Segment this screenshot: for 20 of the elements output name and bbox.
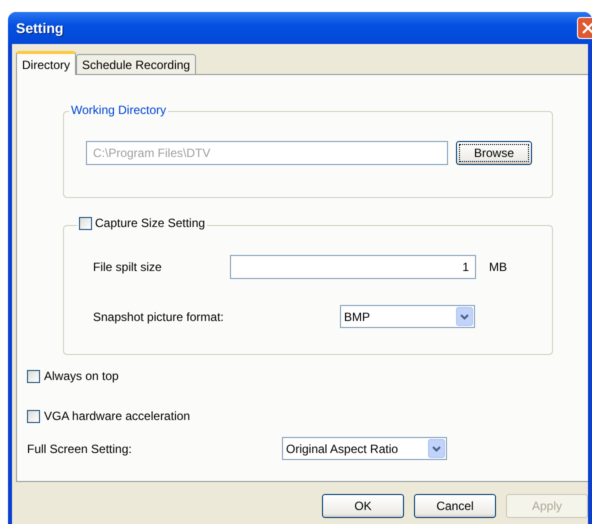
tab[interactable]: Schedule Recording — [76, 54, 196, 75]
checkbox-label: VGA hardware acceleration — [44, 409, 190, 423]
checkbox-label: Capture Size Setting — [95, 216, 206, 230]
size-field[interactable]: 1 — [230, 255, 476, 279]
group-title: Working Directory — [69, 103, 168, 117]
dialog-button[interactable]: OK — [322, 494, 404, 518]
dialog-button[interactable]: Cancel — [414, 494, 496, 518]
field-label: Full Screen Setting: — [27, 442, 133, 456]
unit-label: MB — [489, 260, 507, 274]
aspect-dropdown[interactable]: Original Aspect Ratio — [282, 437, 447, 460]
field-label: File spilt size — [93, 260, 163, 274]
field-label: Snapshot picture format: — [93, 310, 225, 324]
close-icon[interactable] — [577, 17, 592, 39]
checkbox[interactable] — [27, 410, 40, 422]
format-dropdown[interactable]: BMP — [340, 305, 475, 328]
window-title: Setting — [16, 20, 64, 36]
checkbox[interactable] — [79, 216, 92, 230]
checkbox-label: Always on top — [44, 369, 119, 383]
checkbox[interactable] — [27, 370, 40, 382]
tab[interactable]: Directory — [16, 51, 76, 75]
